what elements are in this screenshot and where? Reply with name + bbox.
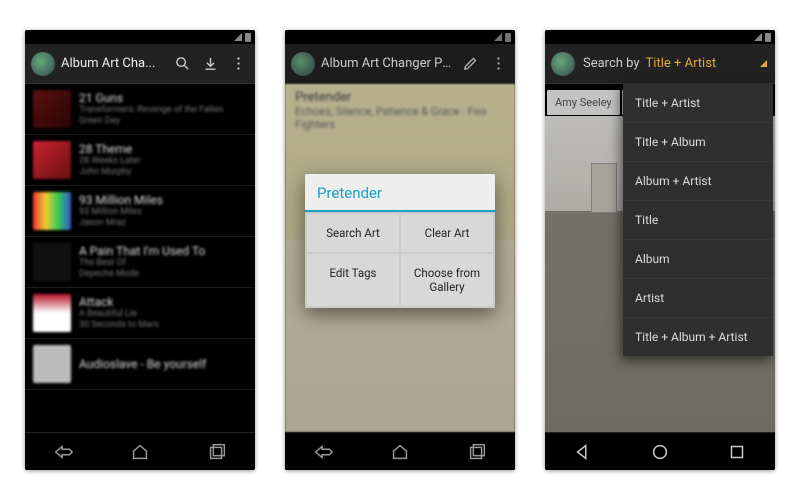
screenshot-song-list: Album Art Cha... 21 GunsTransformers: Re…	[25, 30, 255, 470]
action-bar: Search by Title + Artist	[545, 44, 775, 84]
app-icon	[551, 52, 575, 76]
album-thumb	[33, 141, 71, 179]
song-title: 93 Million Miles	[79, 193, 163, 207]
dropdown-option[interactable]: Title + Album	[623, 122, 773, 161]
app-icon	[31, 52, 55, 76]
song-album: Transformers: Revenge of the Fallen	[79, 105, 223, 116]
song-row[interactable]: A Pain That I'm Used ToThe Best OfDepech…	[25, 237, 255, 288]
dropdown-option[interactable]: Artist	[623, 278, 773, 317]
album-thumb	[33, 345, 71, 383]
song-artist: 30 Seconds to Mars	[79, 320, 159, 331]
home-key[interactable]	[120, 437, 160, 467]
album-thumb	[33, 192, 71, 230]
song-row[interactable]: AttackA Beautiful Lie30 Seconds to Mars	[25, 288, 255, 339]
album-thumb	[33, 294, 71, 332]
choose-gallery-button[interactable]: Choose from Gallery	[401, 254, 493, 306]
recents-key[interactable]	[457, 437, 497, 467]
song-list[interactable]: 21 GunsTransformers: Revenge of the Fall…	[25, 84, 255, 432]
song-artist: John Murphy	[79, 167, 141, 178]
action-dialog: Pretender Search Art Clear Art Edit Tags…	[305, 174, 495, 308]
back-key[interactable]	[563, 437, 603, 467]
app-title: Album Art Cha...	[61, 56, 165, 71]
album-thumb	[33, 243, 71, 281]
dropdown-option[interactable]: Title + Artist	[623, 84, 773, 122]
song-title: Audioslave - Be yourself	[79, 357, 206, 371]
song-artist: Depeche Mode	[79, 269, 205, 280]
recents-key[interactable]	[717, 437, 757, 467]
search-by-value[interactable]: Title + Artist	[646, 56, 754, 71]
song-title: 21 Guns	[79, 91, 223, 105]
search-by-label: Search by	[583, 56, 640, 71]
status-bar	[545, 30, 775, 44]
search-by-dropdown: Title + ArtistTitle + AlbumAlbum + Artis…	[623, 84, 773, 356]
song-album: 28 Weeks Later	[79, 156, 141, 167]
song-meta: A Pain That I'm Used ToThe Best OfDepech…	[79, 244, 205, 280]
signal-icon	[234, 33, 242, 41]
song-album: A Beautiful Lie	[79, 309, 159, 320]
edit-tags-button[interactable]: Edit Tags	[307, 254, 399, 306]
song-meta: AttackA Beautiful Lie30 Seconds to Mars	[79, 295, 159, 331]
song-title: A Pain That I'm Used To	[79, 244, 205, 258]
song-row[interactable]: 21 GunsTransformers: Revenge of the Fall…	[25, 84, 255, 135]
album-thumb	[33, 90, 71, 128]
song-title: Attack	[79, 295, 159, 309]
song-title: 28 Theme	[79, 142, 141, 156]
song-album: 93 Million Miles	[79, 207, 163, 218]
signal-icon	[754, 33, 762, 41]
nav-bar	[285, 432, 515, 470]
search-icon[interactable]	[171, 55, 193, 72]
song-meta: 21 GunsTransformers: Revenge of the Fall…	[79, 91, 223, 127]
song-artist: Jason Mraz	[79, 218, 163, 229]
nav-bar	[25, 432, 255, 470]
dialog-button-grid: Search Art Clear Art Edit Tags Choose fr…	[305, 212, 495, 308]
action-bar: Album Art Cha...	[25, 44, 255, 84]
song-album: The Best Of	[79, 258, 205, 269]
screenshot-dropdown: Search by Title + Artist Amy SeeleyMile …	[545, 30, 775, 470]
home-key[interactable]	[380, 437, 420, 467]
recents-key[interactable]	[197, 437, 237, 467]
song-row[interactable]: Audioslave - Be yourself	[25, 339, 255, 390]
battery-icon	[245, 33, 251, 42]
screenshot-dialog: Album Art Changer Pro Pretender Echoes, …	[285, 30, 515, 470]
dropdown-option[interactable]: Album + Artist	[623, 161, 773, 200]
back-key[interactable]	[43, 437, 83, 467]
song-row[interactable]: 28 Theme28 Weeks LaterJohn Murphy	[25, 135, 255, 186]
search-art-button[interactable]: Search Art	[307, 214, 399, 252]
home-key[interactable]	[640, 437, 680, 467]
dropdown-option[interactable]: Title	[623, 200, 773, 239]
back-key[interactable]	[303, 437, 343, 467]
clear-art-button[interactable]: Clear Art	[401, 214, 493, 252]
song-meta: Audioslave - Be yourself	[79, 357, 206, 371]
dialog-title: Pretender	[305, 174, 495, 210]
nav-bar	[545, 432, 775, 470]
status-bar	[25, 30, 255, 44]
dropdown-option[interactable]: Title + Album + Artist	[623, 317, 773, 356]
download-icon[interactable]	[199, 55, 221, 72]
spinner-indicator-icon	[760, 60, 767, 67]
song-meta: 93 Million Miles93 Million MilesJason Mr…	[79, 193, 163, 229]
song-artist: Green Day	[79, 116, 223, 127]
battery-icon	[765, 33, 771, 42]
overflow-icon[interactable]	[227, 55, 249, 72]
song-row[interactable]: 93 Million Miles93 Million MilesJason Mr…	[25, 186, 255, 237]
song-meta: 28 Theme28 Weeks LaterJohn Murphy	[79, 142, 141, 178]
dropdown-option[interactable]: Album	[623, 239, 773, 278]
